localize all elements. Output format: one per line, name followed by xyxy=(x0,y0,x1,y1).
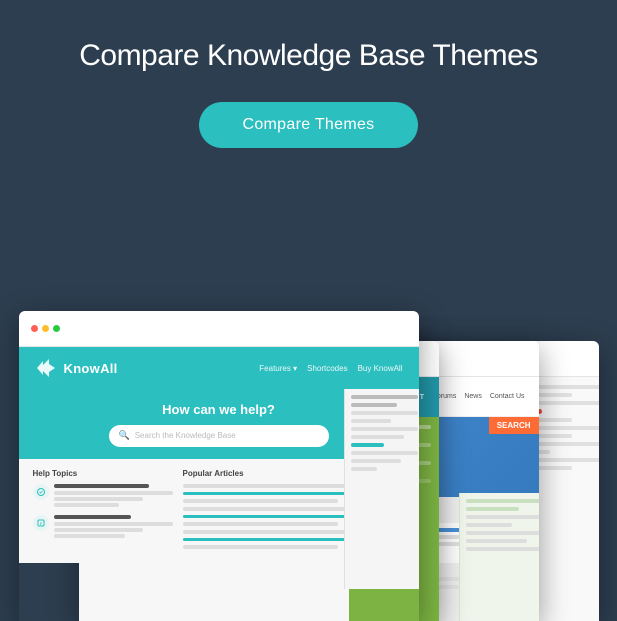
screenshots-container: K knowhow Knowledge Base WordPress Theme… xyxy=(19,231,599,621)
ka-rp-line-7 xyxy=(351,443,385,447)
topic-1-line-1 xyxy=(54,491,173,495)
ka-rp-line-6 xyxy=(351,435,405,439)
ka-rp-line-3 xyxy=(351,411,418,415)
rp-line-1 xyxy=(466,499,539,503)
rp-line-7 xyxy=(466,547,539,551)
knowall-navbar: KnowAll Features ▾ Shortcodes Buy KnowAl… xyxy=(19,347,419,389)
rp-line-3 xyxy=(466,515,539,519)
knowall-search-wrap: 🔍 Search the Knowledge Base xyxy=(109,425,329,447)
knowall-nav-links: Features ▾ Shortcodes Buy KnowAll xyxy=(259,364,402,373)
ka-rp-line-4 xyxy=(351,419,391,423)
rp-line-6 xyxy=(466,539,528,543)
knowall-body: How can we help? 🔍 Search the Knowledge … xyxy=(19,389,419,563)
supportdesk-search-btn: SEARCH xyxy=(489,417,539,434)
topic-1-title-line xyxy=(54,484,149,488)
knowall-topic-1 xyxy=(33,484,173,509)
ka-nav-shortcodes: Shortcodes xyxy=(307,364,347,373)
knowall-card: KnowAll Features ▾ Shortcodes Buy KnowAl… xyxy=(19,311,419,621)
pop-link-1 xyxy=(183,492,361,495)
knowall-topics: Help Topics xyxy=(33,469,173,553)
ka-rp-line-8 xyxy=(351,451,418,455)
sd-nav-contact: Contact Us xyxy=(490,393,525,401)
ka-rp-line-10 xyxy=(351,467,378,471)
compare-themes-button[interactable]: Compare Themes xyxy=(199,102,419,148)
topic-2-line-3 xyxy=(54,534,125,538)
ka-rp-line-2 xyxy=(351,403,398,407)
rp-line-5 xyxy=(466,531,539,535)
main-title: Compare Knowledge Base Themes xyxy=(79,38,538,74)
pop-line-2 xyxy=(183,499,338,503)
ka-nav-features: Features ▾ xyxy=(259,364,297,373)
topic-icon-1 xyxy=(33,484,49,500)
ka-rp-line-1 xyxy=(351,395,418,399)
topic-2-content xyxy=(54,515,173,540)
topic-2-line-2 xyxy=(54,528,143,532)
knowall-logo-text: KnowAll xyxy=(64,361,118,376)
pop-line-4 xyxy=(183,522,338,526)
knowall-search-placeholder: Search the Knowledge Base xyxy=(135,431,236,440)
knowall-logo: KnowAll xyxy=(35,357,118,379)
topic-2-line-1 xyxy=(54,522,173,526)
rp-line-2 xyxy=(466,507,520,511)
header-section: Compare Knowledge Base Themes Compare Th… xyxy=(79,0,538,148)
knowall-topic-2 xyxy=(33,515,173,540)
minimize-dot xyxy=(42,325,49,332)
topic-2-title-line xyxy=(54,515,131,519)
knowall-hero-text: How can we help? xyxy=(162,402,275,417)
topic-icon-2 xyxy=(33,515,49,531)
ka-nav-buy: Buy KnowAll xyxy=(358,364,403,373)
ka-rp-line-9 xyxy=(351,459,401,463)
rp-line-4 xyxy=(466,523,512,527)
search-icon: 🔍 xyxy=(119,430,130,441)
close-dot xyxy=(31,325,38,332)
ka-rp-line-5 xyxy=(351,427,418,431)
pop-line-6 xyxy=(183,545,338,549)
topic-1-line-2 xyxy=(54,497,143,501)
topic-1-line-3 xyxy=(54,503,119,507)
sd-right-panel xyxy=(459,493,539,621)
knowall-right-panel xyxy=(344,389,419,589)
knowall-topics-title: Help Topics xyxy=(33,469,173,478)
knowall-window-header xyxy=(19,311,419,347)
sd-nav-news: News xyxy=(464,393,482,401)
window-controls xyxy=(31,325,60,332)
pop-link-3 xyxy=(183,538,350,541)
maximize-dot xyxy=(53,325,60,332)
topic-1-content xyxy=(54,484,173,509)
knowall-logo-icon xyxy=(35,357,57,379)
